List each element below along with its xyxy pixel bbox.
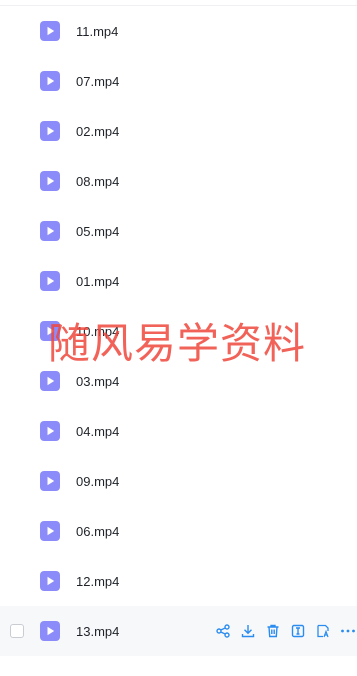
file-name[interactable]: 03.mp4: [76, 374, 119, 389]
file-name[interactable]: 11.mp4: [76, 24, 118, 39]
file-row[interactable]: 07.mp4: [0, 56, 357, 106]
video-file-icon: [40, 471, 60, 491]
video-file-icon: [40, 171, 60, 191]
delete-icon[interactable]: [264, 622, 282, 640]
ai-summary-icon[interactable]: [314, 622, 332, 640]
file-row[interactable]: 13.mp4: [0, 606, 357, 656]
video-file-icon: [40, 121, 60, 141]
video-file-icon: [40, 371, 60, 391]
file-row[interactable]: 02.mp4: [0, 106, 357, 156]
more-icon[interactable]: [339, 622, 357, 640]
file-name[interactable]: 06.mp4: [76, 524, 119, 539]
video-file-icon: [40, 621, 60, 641]
file-name[interactable]: 09.mp4: [76, 474, 119, 489]
file-row[interactable]: 04.mp4: [0, 406, 357, 456]
file-name[interactable]: 12.mp4: [76, 574, 119, 589]
file-row[interactable]: 05.mp4: [0, 206, 357, 256]
rename-icon[interactable]: [289, 622, 307, 640]
file-row[interactable]: 12.mp4: [0, 556, 357, 606]
video-file-icon: [40, 321, 60, 341]
file-name[interactable]: 05.mp4: [76, 224, 119, 239]
file-row[interactable]: 09.mp4: [0, 456, 357, 506]
video-file-icon: [40, 71, 60, 91]
file-name[interactable]: 07.mp4: [76, 74, 119, 89]
row-checkbox[interactable]: [10, 624, 24, 638]
file-list: 11.mp4 07.mp4 02.mp4 08.mp4 05.mp4 01.mp4 10.m…: [0, 6, 357, 656]
file-name[interactable]: 08.mp4: [76, 174, 119, 189]
file-name[interactable]: 13.mp4: [76, 624, 119, 639]
video-file-icon: [40, 521, 60, 541]
file-name[interactable]: 04.mp4: [76, 424, 119, 439]
video-file-icon: [40, 571, 60, 591]
download-icon[interactable]: [239, 622, 257, 640]
video-file-icon: [40, 221, 60, 241]
video-file-icon: [40, 21, 60, 41]
file-row[interactable]: 01.mp4: [0, 256, 357, 306]
share-icon[interactable]: [214, 622, 232, 640]
file-row[interactable]: 10.mp4: [0, 306, 357, 356]
video-file-icon: [40, 271, 60, 291]
row-actions: [214, 622, 357, 640]
file-name[interactable]: 02.mp4: [76, 124, 119, 139]
file-row[interactable]: 11.mp4: [0, 6, 357, 56]
video-file-icon: [40, 421, 60, 441]
file-name[interactable]: 10.mp4: [76, 324, 119, 339]
file-name[interactable]: 01.mp4: [76, 274, 119, 289]
file-row[interactable]: 08.mp4: [0, 156, 357, 206]
file-row[interactable]: 06.mp4: [0, 506, 357, 556]
file-row[interactable]: 03.mp4: [0, 356, 357, 406]
